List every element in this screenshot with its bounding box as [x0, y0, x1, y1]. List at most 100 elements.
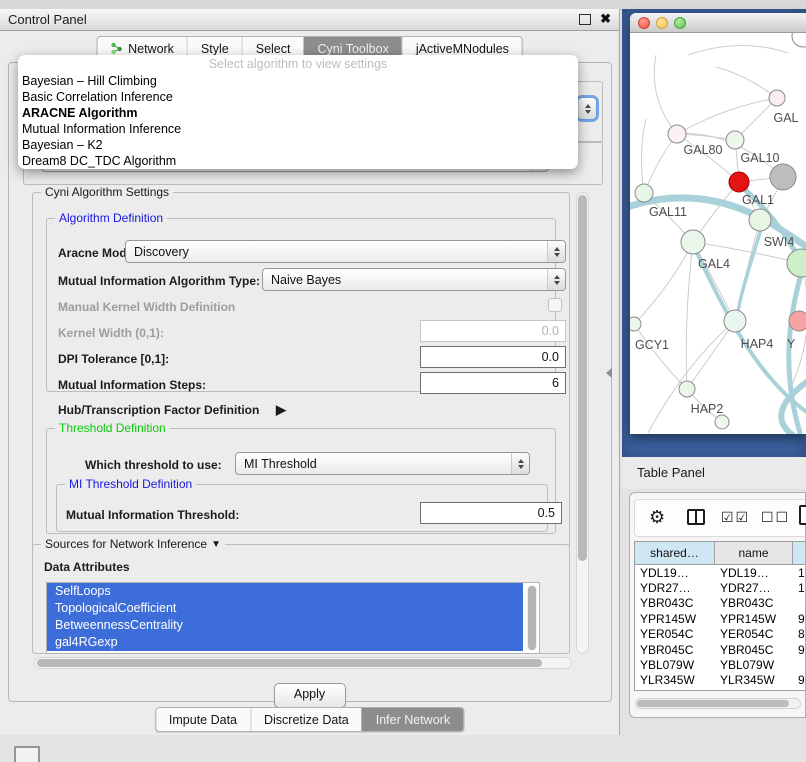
which-threshold-combobox[interactable]: MI Threshold [235, 452, 530, 475]
network-node[interactable] [770, 164, 796, 190]
network-node[interactable] [787, 249, 806, 277]
table-row[interactable]: YLR345WYLR345W9. [635, 673, 805, 688]
table-toolbar: ⚙ ☑☑ ☐☐ [634, 499, 805, 537]
network-edge [644, 134, 677, 193]
control-panel-titlebar[interactable]: Control Panel ✖ [0, 9, 619, 31]
settings-group-title: Cyni Algorithm Settings [41, 185, 173, 199]
table-row[interactable]: YPR145WYPR145W9. [635, 611, 805, 626]
dropdown-item[interactable]: Dream8 DC_TDC Algorithm [18, 153, 578, 169]
network-node[interactable] [715, 415, 729, 429]
application-window: Control Panel ✖ Network Style Select Cyn… [0, 0, 806, 762]
dropdown-item[interactable]: Bayesian – K2 [18, 137, 578, 153]
zoom-traffic-light-icon[interactable] [674, 17, 686, 29]
table-horizontal-scrollbar[interactable] [635, 698, 801, 709]
column-header-partial[interactable] [793, 542, 805, 564]
network-node[interactable] [635, 184, 653, 202]
attribute-item-selected[interactable]: gal4RGexp [47, 634, 523, 651]
network-node[interactable] [679, 381, 695, 397]
mi-threshold-field[interactable]: 0.5 [420, 502, 562, 524]
select-all-checkboxes-icon[interactable]: ☑☑ [721, 509, 750, 526]
dropdown-item[interactable]: Basic Correlation Inference [18, 89, 578, 105]
settings-horizontal-scrollbar[interactable] [34, 657, 572, 669]
minimized-panel-icon[interactable] [14, 746, 40, 762]
mi-steps-field[interactable]: 6 [420, 372, 566, 394]
table-row[interactable]: YBR043CYBR043C [635, 596, 805, 611]
sources-collapse-arrow-icon[interactable]: ▼ [211, 539, 221, 550]
table-row[interactable]: YBR045CYBR045C9. [635, 642, 805, 657]
tab-infer-network[interactable]: Infer Network [362, 708, 463, 731]
tab-label: Network [128, 42, 174, 56]
aracne-mode-combobox[interactable]: Discovery [125, 240, 566, 263]
attribute-item-selected[interactable]: SelfLoops [47, 583, 523, 600]
table-cell: 9. [793, 643, 805, 657]
settings-vertical-scrollbar[interactable] [576, 192, 589, 654]
combobox-stepper-icon [578, 98, 596, 119]
network-node-label: GAL1 [742, 193, 774, 207]
algorithm-dropdown-popup: Select algorithm to view settings Bayesi… [18, 55, 578, 169]
network-node[interactable] [789, 311, 806, 331]
minimize-traffic-light-icon[interactable] [656, 17, 668, 29]
which-threshold-label: Which threshold to use: [85, 458, 222, 472]
network-node[interactable] [792, 33, 806, 47]
attribute-item-selected[interactable]: TopologicalCoefficient [47, 600, 523, 617]
network-edge [654, 55, 677, 134]
network-node-label: SWI4 [764, 235, 795, 249]
close-icon[interactable]: ✖ [600, 11, 611, 27]
tab-impute-data[interactable]: Impute Data [156, 708, 250, 731]
network-edge [687, 321, 735, 389]
apply-button[interactable]: Apply [274, 683, 346, 708]
dpi-tolerance-label: DPI Tolerance [0,1]: [58, 352, 169, 366]
mi-type-combobox[interactable]: Naive Bayes [262, 268, 566, 291]
network-node[interactable] [726, 131, 744, 149]
threshold-definition-title: Threshold Definition [55, 421, 170, 435]
float-window-icon[interactable] [579, 14, 591, 25]
network-node-label: Y [787, 337, 796, 351]
network-canvas[interactable]: GALGAL80GAL10GAL1GAL11SWI4GAL4GCY1HAP4YH… [630, 33, 806, 434]
network-node[interactable] [668, 125, 686, 143]
aracne-mode-value: Discovery [134, 245, 189, 259]
deselect-all-checkboxes-icon[interactable]: ☐☐ [761, 509, 790, 526]
attribute-item-selected[interactable]: BetweennessCentrality [47, 617, 523, 634]
algorithm-definition-title: Algorithm Definition [55, 211, 167, 225]
close-traffic-light-icon[interactable] [638, 17, 650, 29]
column-header-shared-name[interactable]: shared… [635, 542, 715, 564]
manual-kernel-checkbox[interactable] [548, 298, 562, 312]
table-cell: YBL079W [635, 658, 715, 672]
network-node-label: GAL80 [684, 143, 723, 157]
hub-expand-arrow-icon[interactable]: ▶ [276, 402, 286, 418]
table-row[interactable]: YIL052CYIL052C9 [635, 688, 805, 691]
table-row[interactable]: YER054CYER054C8. [635, 627, 805, 642]
sources-group-title: Sources for Network Inference ▼ [41, 537, 225, 551]
table-row[interactable]: YDL19…YDL19…13 [635, 565, 805, 580]
hub-definition-label: Hub/Transcription Factor Definition [58, 403, 259, 417]
network-node[interactable] [681, 230, 705, 254]
combobox-stepper-icon [511, 453, 529, 474]
splitpane-collapse-handle[interactable] [606, 368, 612, 378]
table-panel-header: Table Panel [622, 457, 806, 489]
gear-icon[interactable]: ⚙ [649, 507, 665, 527]
mi-threshold-definition-title: MI Threshold Definition [65, 477, 196, 491]
attributes-scrollbar[interactable] [527, 585, 537, 651]
dropdown-item[interactable]: Bayesian – Hill Climbing [18, 73, 578, 89]
dropdown-item-selected[interactable]: ARACNE Algorithm [18, 105, 578, 121]
network-graph[interactable]: GALGAL80GAL10GAL1GAL11SWI4GAL4GCY1HAP4YH… [630, 33, 806, 434]
tab-discretize-data[interactable]: Discretize Data [250, 708, 362, 731]
dpi-tolerance-field[interactable]: 0.0 [420, 346, 566, 368]
dropdown-item[interactable]: Mutual Information Inference [18, 121, 578, 137]
kernel-width-field[interactable]: 0.0 [420, 320, 566, 342]
dropdown-placeholder: Select algorithm to view settings [18, 57, 578, 73]
table-cell: YPR145W [635, 612, 715, 626]
network-node[interactable] [630, 317, 641, 331]
table-row[interactable]: YDR27…YDR27…12 [635, 580, 805, 595]
network-window-titlebar[interactable] [630, 13, 806, 33]
table-cell: 9. [793, 612, 805, 626]
columns-icon[interactable] [687, 509, 705, 525]
document-icon[interactable] [799, 505, 806, 525]
data-attributes-list[interactable]: SelfLoops TopologicalCoefficient Between… [46, 582, 540, 654]
network-node[interactable] [769, 90, 785, 106]
network-node[interactable] [729, 172, 749, 192]
network-node[interactable] [749, 209, 771, 231]
table-row[interactable]: YBL079WYBL079W [635, 657, 805, 672]
network-node[interactable] [724, 310, 746, 332]
column-header-name[interactable]: name [715, 542, 793, 564]
